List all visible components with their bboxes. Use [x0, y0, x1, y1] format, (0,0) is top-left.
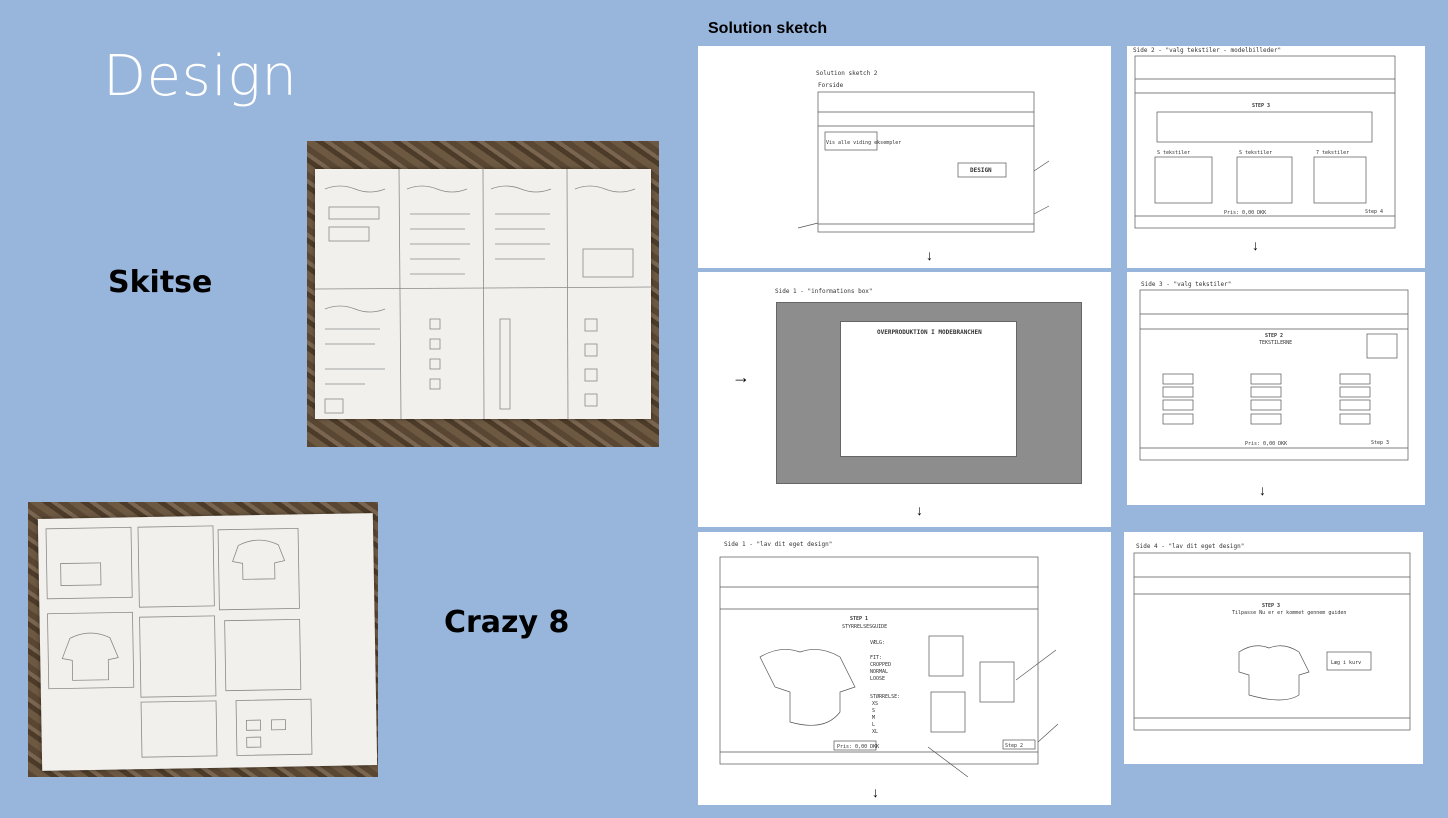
- step-sub: TEKSTILERNE: [1259, 340, 1292, 346]
- design-button-text: DESIGN: [970, 167, 992, 174]
- next-step-text: Step 3: [1371, 440, 1389, 446]
- price-text: Pris: 0,00 DKK: [1245, 441, 1287, 447]
- wireframe-caption: Side 1 - "informations box": [775, 288, 873, 295]
- option-label-3: 7 tekstiler: [1316, 150, 1349, 156]
- crazy8-drawing: [45, 525, 313, 758]
- price-text: Pris: 0,00 DKK: [837, 744, 879, 750]
- next-step-text: Step 2: [1005, 743, 1023, 749]
- size-label: STØRRELSE:: [870, 693, 900, 700]
- sketch-paper: [315, 169, 651, 419]
- step-label: STEP 3: [1252, 103, 1270, 109]
- sketch-drawing: [315, 169, 651, 419]
- sketch-label: Skitse: [108, 265, 213, 300]
- wireframe-drawing: STEP 1 STYRRELSESGUIDE VÆLG: FIT: CROPPE…: [719, 556, 1059, 778]
- option-label-1: S tekstiler: [1157, 150, 1190, 156]
- crazy8-paper: [37, 513, 378, 771]
- size-option-3: M: [872, 715, 875, 721]
- pointer-arrow: →: [732, 367, 750, 387]
- price-text: Pris: 0,00 DKK: [1224, 210, 1266, 216]
- fit-option-3: LOOSE: [870, 676, 885, 682]
- fit-label: FIT:: [870, 655, 882, 661]
- flow-arrow-2: ↓: [1252, 237, 1259, 253]
- wireframe-card-3: Side 1 - "informations box" OVERPRODUKTI…: [698, 272, 1111, 527]
- flow-arrow-1: ↓: [926, 247, 933, 263]
- cart-button-text: Læg i kurv: [1331, 660, 1361, 666]
- wireframe-card-5: Side 1 - "lav dit eget design" STEP 1 ST…: [698, 532, 1111, 805]
- wireframe-card-2: Side 2 - "valg tekstiler - modelbilleder…: [1127, 46, 1425, 268]
- size-option-4: L: [872, 722, 875, 728]
- wireframe-drawing: STEP 3 S tekstiler S tekstiler 7 tekstil…: [1134, 55, 1396, 229]
- crazy8-photo: [28, 502, 378, 777]
- popup-text: Vis alle viding eksempler: [826, 140, 901, 146]
- choose-label: VÆLG:: [870, 640, 885, 646]
- size-option-1: XS: [872, 701, 878, 707]
- modal-title: OVERPRODUKTION I MODEBRANCHEN: [877, 329, 982, 336]
- step-label: STEP 3: [1262, 603, 1280, 609]
- option-label-2: S tekstiler: [1239, 150, 1272, 156]
- crazy8-label: Crazy 8: [444, 605, 570, 640]
- solution-title: Solution sketch: [708, 20, 828, 37]
- slide-title: Design: [103, 44, 298, 109]
- step-sub: Tilpasse Nu er er kommet gennem guiden: [1232, 610, 1346, 616]
- step-label: STEP 2: [1265, 333, 1283, 339]
- fit-option-1: CROPPED: [870, 662, 891, 668]
- size-option-5: XL: [872, 729, 878, 735]
- flow-arrow-5: ↓: [872, 784, 879, 800]
- wireframe-card-6: Side 4 - "lav dit eget design" STEP 3 Ti…: [1124, 532, 1423, 764]
- wireframe-drawing: STEP 3 Tilpasse Nu er er kommet gennem g…: [1133, 552, 1411, 731]
- sketch-photo: [307, 141, 659, 447]
- wireframe-drawing: STEP 2 TEKSTILERNE Pris: 0,00 DKK Step 3: [1139, 289, 1409, 461]
- wireframe-card-1: Solution sketch 2 Forside Vis alle vidin…: [698, 46, 1111, 268]
- step-sub: STYRRELSESGUIDE: [842, 624, 887, 630]
- wireframe-card-4: Side 3 - "valg tekstiler" STEP 2 TEKSTIL…: [1127, 272, 1425, 505]
- step-label: STEP 1: [850, 616, 868, 622]
- wireframe-drawing: Vis alle viding eksempler DESIGN: [797, 91, 1050, 233]
- size-option-2: S: [872, 708, 875, 714]
- flow-arrow-3: ↓: [916, 502, 923, 518]
- fit-option-2: NORMAL: [870, 669, 888, 675]
- info-modal: OVERPRODUKTION I MODEBRANCHEN: [840, 321, 1017, 457]
- next-step-text: Step 4: [1365, 209, 1383, 215]
- flow-arrow-4: ↓: [1259, 482, 1266, 498]
